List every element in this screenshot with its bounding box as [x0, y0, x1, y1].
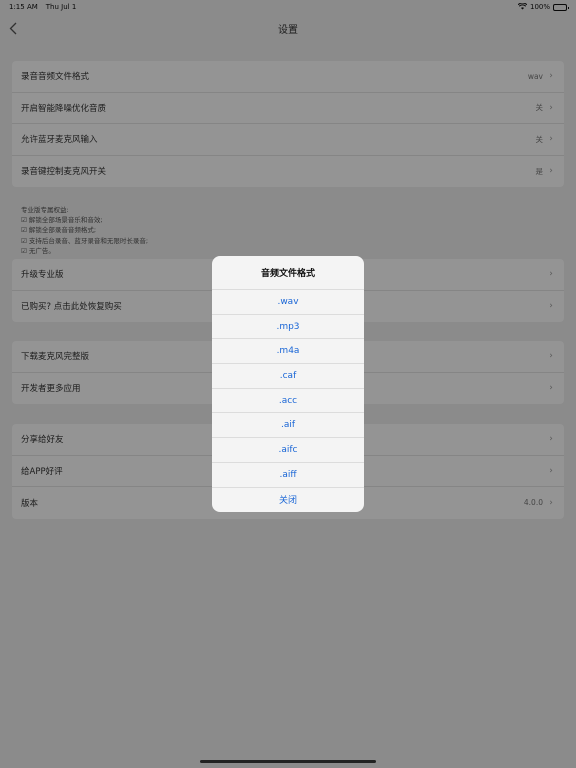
format-option-aiff[interactable]: .aiff — [212, 463, 364, 488]
format-option-m4a[interactable]: .m4a — [212, 339, 364, 365]
close-button[interactable]: 关闭 — [212, 488, 364, 513]
format-option-aifc[interactable]: .aifc — [212, 438, 364, 463]
format-option-acc[interactable]: .acc — [212, 389, 364, 414]
format-option-aif[interactable]: .aif — [212, 413, 364, 439]
format-option-wav[interactable]: .wav — [212, 290, 364, 315]
audio-format-dialog: 音频文件格式 .wav .mp3 .m4a .caf .acc .aif .ai… — [212, 256, 364, 512]
dialog-title: 音频文件格式 — [212, 256, 364, 290]
format-option-mp3[interactable]: .mp3 — [212, 315, 364, 340]
home-indicator[interactable] — [200, 760, 376, 763]
format-option-caf[interactable]: .caf — [212, 364, 364, 389]
